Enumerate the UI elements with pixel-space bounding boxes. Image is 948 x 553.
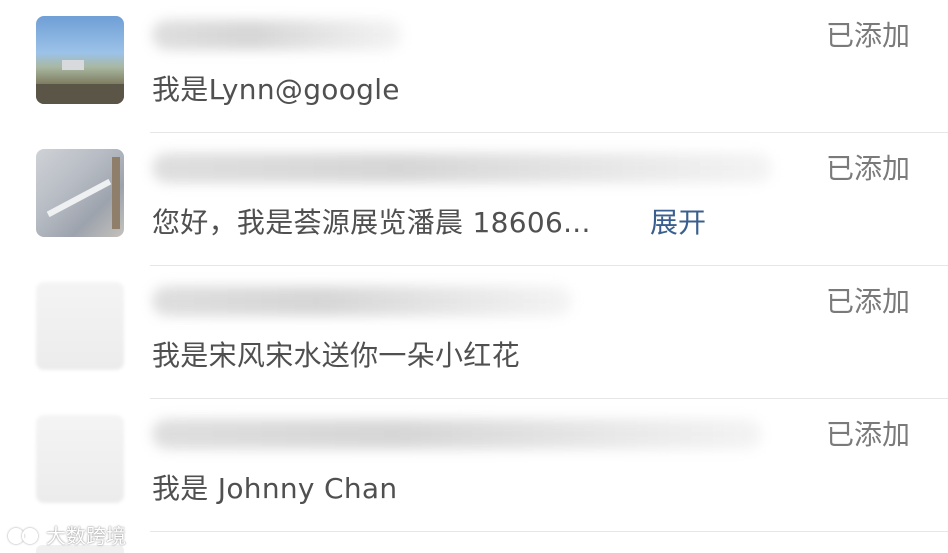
avatar-detail bbox=[36, 84, 124, 104]
friend-request-row[interactable]: 您好，我是荟源展览潘晨 18606... 展开 已添加 bbox=[0, 133, 948, 266]
watermark-text: 大数跨境 bbox=[46, 523, 126, 548]
request-message: 我是宋风宋水送你一朵小红花 bbox=[152, 339, 520, 372]
request-message: 您好，我是荟源展览潘晨 18606... bbox=[152, 206, 591, 239]
friend-request-row[interactable]: 我是Lynn@google 已添加 bbox=[0, 0, 948, 133]
friend-request-row[interactable]: 我是 Johnny Chan 已添加 bbox=[0, 399, 948, 532]
redacted-name bbox=[152, 20, 402, 50]
avatar-detail bbox=[112, 157, 120, 229]
avatar-detail bbox=[62, 60, 84, 70]
request-message: 我是Lynn@google bbox=[152, 73, 400, 106]
brand-logo-icon bbox=[8, 523, 42, 545]
avatar[interactable] bbox=[36, 415, 124, 503]
avatar[interactable] bbox=[36, 149, 124, 237]
friend-request-row[interactable]: 我是宋风宋水送你一朵小红花 已添加 bbox=[0, 266, 948, 399]
added-status: 已添加 bbox=[825, 285, 910, 318]
request-message: 我是 Johnny Chan bbox=[152, 472, 398, 505]
added-status: 已添加 bbox=[825, 19, 910, 52]
friend-request-list: 我是Lynn@google 已添加 您好，我是荟源展览潘晨 18606... 展… bbox=[0, 0, 948, 553]
added-status: 已添加 bbox=[825, 152, 910, 185]
watermark: 大数跨境 bbox=[8, 520, 126, 548]
added-status: 已添加 bbox=[825, 418, 910, 451]
avatar[interactable] bbox=[36, 282, 124, 370]
expand-link[interactable]: 展开 bbox=[650, 205, 706, 241]
redacted-name bbox=[152, 286, 572, 316]
avatar-detail bbox=[46, 178, 112, 218]
avatar[interactable] bbox=[36, 16, 124, 104]
row-divider bbox=[150, 531, 948, 532]
redacted-name bbox=[152, 419, 762, 449]
redacted-name bbox=[152, 153, 772, 183]
